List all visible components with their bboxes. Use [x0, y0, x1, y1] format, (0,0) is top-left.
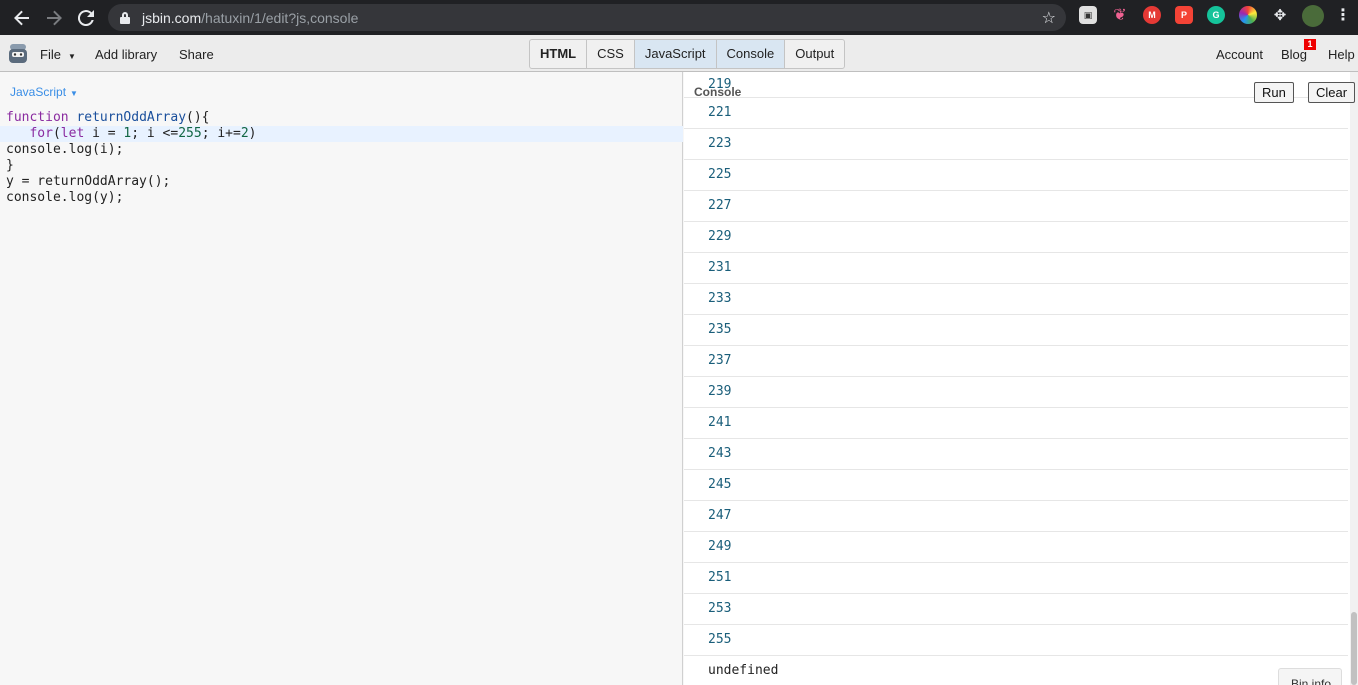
- run-button[interactable]: Run: [1254, 82, 1294, 103]
- extension-feather-icon[interactable]: ❦: [1111, 6, 1129, 24]
- extension-m-icon[interactable]: M: [1143, 6, 1161, 24]
- address-bar[interactable]: jsbin.com/hatuxin/1/edit?js,console ☆: [108, 4, 1066, 31]
- console-log-entry: 219: [684, 72, 1348, 98]
- console-log-entry: 237: [684, 346, 1348, 377]
- console-log-entry: 255: [684, 625, 1348, 656]
- console-log-entry: 245: [684, 470, 1348, 501]
- account-link[interactable]: Account: [1216, 47, 1263, 62]
- add-library-button[interactable]: Add library: [95, 47, 157, 62]
- file-menu-label: File: [40, 47, 61, 62]
- extensions-puzzle-icon[interactable]: ✥: [1271, 6, 1289, 24]
- code-line[interactable]: console.log(y);: [0, 190, 683, 206]
- url-path: /hatuxin/1/edit?js,console: [201, 9, 359, 26]
- console-log-entry: 221: [684, 98, 1348, 129]
- profile-avatar[interactable]: [1302, 5, 1324, 27]
- console-log-entry: 249: [684, 532, 1348, 563]
- back-icon[interactable]: [6, 2, 38, 34]
- panel-tab-console[interactable]: Console: [716, 40, 786, 68]
- jsbin-toolbar: File ▼ Add library Share HTML CSS JavaScr…: [0, 35, 1358, 72]
- console-log-entry: 231: [684, 253, 1348, 284]
- reload-icon[interactable]: [70, 2, 102, 34]
- blog-notification-badge: 1: [1304, 39, 1316, 50]
- editor-language-selector[interactable]: JavaScript ▼: [10, 85, 78, 99]
- clear-button[interactable]: Clear: [1308, 82, 1356, 103]
- code-line[interactable]: console.log(i);: [0, 142, 683, 158]
- bookmark-star-icon[interactable]: ☆: [1042, 8, 1056, 28]
- code-line[interactable]: for(let i = 1; i <=255; i+=2): [0, 126, 683, 142]
- lock-icon: [120, 11, 130, 24]
- console-title: Console: [694, 85, 742, 99]
- panel-tab-css[interactable]: CSS: [587, 40, 635, 68]
- console-log-entry: 243: [684, 439, 1348, 470]
- code-editor[interactable]: function returnOddArray(){ for(let i = 1…: [0, 110, 683, 206]
- console-log-entry: 233: [684, 284, 1348, 315]
- javascript-editor-panel: JavaScript ▼ function returnOddArray(){ f…: [0, 72, 683, 685]
- console-log-entry: 235: [684, 315, 1348, 346]
- url-domain: jsbin.com: [142, 9, 202, 26]
- panel-toggle-group: HTML CSS JavaScript Console Output: [529, 39, 846, 69]
- code-line[interactable]: }: [0, 158, 683, 174]
- forward-icon[interactable]: [38, 2, 70, 34]
- extension-colorpicker-icon[interactable]: [1239, 6, 1257, 24]
- share-button[interactable]: Share: [179, 47, 214, 62]
- code-line[interactable]: function returnOddArray(){: [0, 110, 683, 126]
- bin-info-tooltip: Bin info: [1278, 668, 1342, 685]
- kebab-menu-icon[interactable]: ⋮: [1334, 6, 1352, 24]
- panel-tab-output[interactable]: Output: [785, 40, 844, 68]
- extension-grammarly-icon[interactable]: G: [1207, 6, 1225, 24]
- browser-chrome: jsbin.com/hatuxin/1/edit?js,console ☆ ▣ …: [0, 0, 1358, 35]
- extension-pdf-icon[interactable]: P: [1175, 6, 1193, 24]
- help-link[interactable]: Help: [1328, 47, 1355, 62]
- console-log-entry: undefined: [708, 663, 779, 678]
- console-log-entry: 223: [684, 129, 1348, 160]
- extension-cube-icon[interactable]: ▣: [1079, 6, 1097, 24]
- console-log-entry: 227: [684, 191, 1348, 222]
- console-log-list: 219 221 223 225 227 229 231 233 235 237 239 241 243 2…: [684, 72, 1348, 685]
- console-log-entry: 241: [684, 408, 1348, 439]
- console-log-entry: 247: [684, 501, 1348, 532]
- console-log-entry: 225: [684, 160, 1348, 191]
- panel-tab-html[interactable]: HTML: [530, 40, 588, 68]
- console-log-entry: 239: [684, 377, 1348, 408]
- chevron-down-icon: ▼: [67, 52, 76, 61]
- scrollbar-thumb[interactable]: [1351, 612, 1357, 685]
- file-menu[interactable]: File ▼: [40, 47, 76, 62]
- console-scrollbar[interactable]: [1350, 72, 1358, 685]
- jsbin-logo-icon[interactable]: [8, 43, 28, 65]
- console-log-entry: 251: [684, 563, 1348, 594]
- chevron-down-icon: ▼: [70, 89, 78, 98]
- panel-tab-javascript[interactable]: JavaScript: [634, 40, 717, 68]
- console-panel: Console Run Clear 219 221 223 225 227 229 231 2…: [684, 72, 1358, 685]
- code-line[interactable]: y = returnOddArray();: [0, 174, 683, 190]
- console-log-entry: 229: [684, 222, 1348, 253]
- console-log-entry: 253: [684, 594, 1348, 625]
- editor-language-label: JavaScript: [10, 85, 67, 99]
